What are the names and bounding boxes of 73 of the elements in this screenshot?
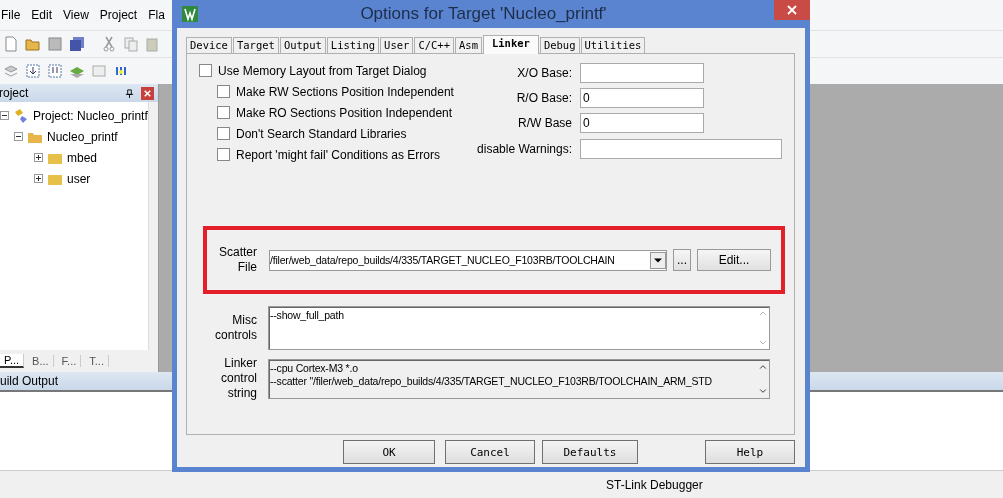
menu-item[interactable]: Edit [31,8,53,22]
checkbox-label: Make RW Sections Position Independent [236,84,454,99]
tab[interactable]: Output [279,37,326,53]
checkbox[interactable] [199,64,212,77]
tree-item[interactable]: Project: Nucleo_printf [33,108,148,123]
scatter-file-dropdown[interactable]: /filer/web_data/repo_builds/4/335/TARGET_NUCLEO_F103RB/TOOLCHAIN [269,249,667,271]
checkbox-label: Report 'might fail' Conditions as Errors [236,147,440,162]
checkbox-label: Make RO Sections Position Independent [236,105,453,120]
checkbox[interactable] [217,148,230,161]
save-all-icon[interactable] [69,36,85,52]
window-title: Options for Target 'Nucleo_printf' [359,4,608,24]
menu-item[interactable]: File [1,8,21,22]
input-field[interactable] [580,62,704,83]
field-label: Scatter File [218,245,257,275]
checkbox-label: Use Memory Layout from Target Dialog [218,63,427,78]
checkbox[interactable] [217,85,230,98]
defaults-button[interactable]: Defaults [542,440,638,464]
help-button[interactable]: Help [705,440,795,464]
close-icon[interactable] [141,86,154,100]
checkbox-label: Don't Search Standard Libraries [236,126,407,141]
field-label: R/O Base: [516,90,572,105]
tab[interactable]: Asm [455,37,482,53]
tree-item[interactable]: user [67,171,91,186]
checkbox[interactable] [217,106,230,119]
menu-item[interactable]: View [63,8,89,22]
stack-icon[interactable] [3,63,19,79]
ok-button[interactable]: OK [343,440,435,464]
status-text: ST-Link Debugger [606,477,703,492]
tab[interactable]: Device [186,37,232,53]
panel-tab[interactable]: T... [85,355,109,367]
field-label: disable Warnings: [477,141,572,156]
tree-toggle[interactable] [34,174,43,183]
tab[interactable]: Linker [482,35,539,54]
panel-tab[interactable]: P... [0,354,25,368]
input-field[interactable]: 0 [580,112,704,133]
input-field[interactable] [580,138,782,159]
field-label: Linker control string [219,356,257,401]
cut-icon[interactable] [101,36,117,52]
browse-button[interactable]: ... [673,249,691,271]
copy-icon[interactable] [123,36,139,52]
field-label: Misc controls [213,313,257,343]
close-icon[interactable] [774,0,810,20]
field-label: R/W Base [518,115,572,130]
panel-title: uild Output [0,374,59,388]
panel-tab[interactable]: F... [57,355,82,367]
tab[interactable]: Listing [326,37,380,53]
tree-toggle[interactable] [14,132,23,141]
menu-item[interactable]: Project [99,8,138,22]
field-label: X/O Base: [517,65,572,80]
tree-toggle[interactable] [34,153,43,162]
linker-string-field[interactable]: --cpu Cortex-M3 *.o --scatter "/filer/web_data/repo_builds/4/335/TARGET_NUCLEO_F103RB/TOOLCHAIN_ARM_STD [268,358,770,399]
project-icon [13,107,29,124]
scrollbar[interactable] [147,102,158,350]
tab[interactable]: C/C++ [414,37,454,53]
tab[interactable]: Target [232,37,279,53]
tab[interactable]: Utilities [580,37,646,53]
tab[interactable]: User [380,37,414,53]
edit-button[interactable]: Edit... [697,249,771,271]
panel-title: roject [0,86,30,100]
panel-tab[interactable]: B... [28,355,54,367]
app-icon [182,6,198,22]
misc-controls-field[interactable]: --show_full_path [268,306,770,350]
open-folder-icon[interactable] [25,36,41,52]
checkbox[interactable] [217,127,230,140]
tree-item[interactable]: mbed [67,150,98,165]
tab[interactable]: Debug [539,37,580,53]
cancel-button[interactable]: Cancel [445,440,535,464]
tree-toggle[interactable] [0,111,9,120]
tree-item[interactable]: Nucleo_printf [47,129,118,144]
pin-icon[interactable] [125,88,134,98]
input-field[interactable]: 0 [580,87,704,108]
menu-item[interactable]: Fla [148,8,165,22]
new-file-icon[interactable] [3,36,19,52]
